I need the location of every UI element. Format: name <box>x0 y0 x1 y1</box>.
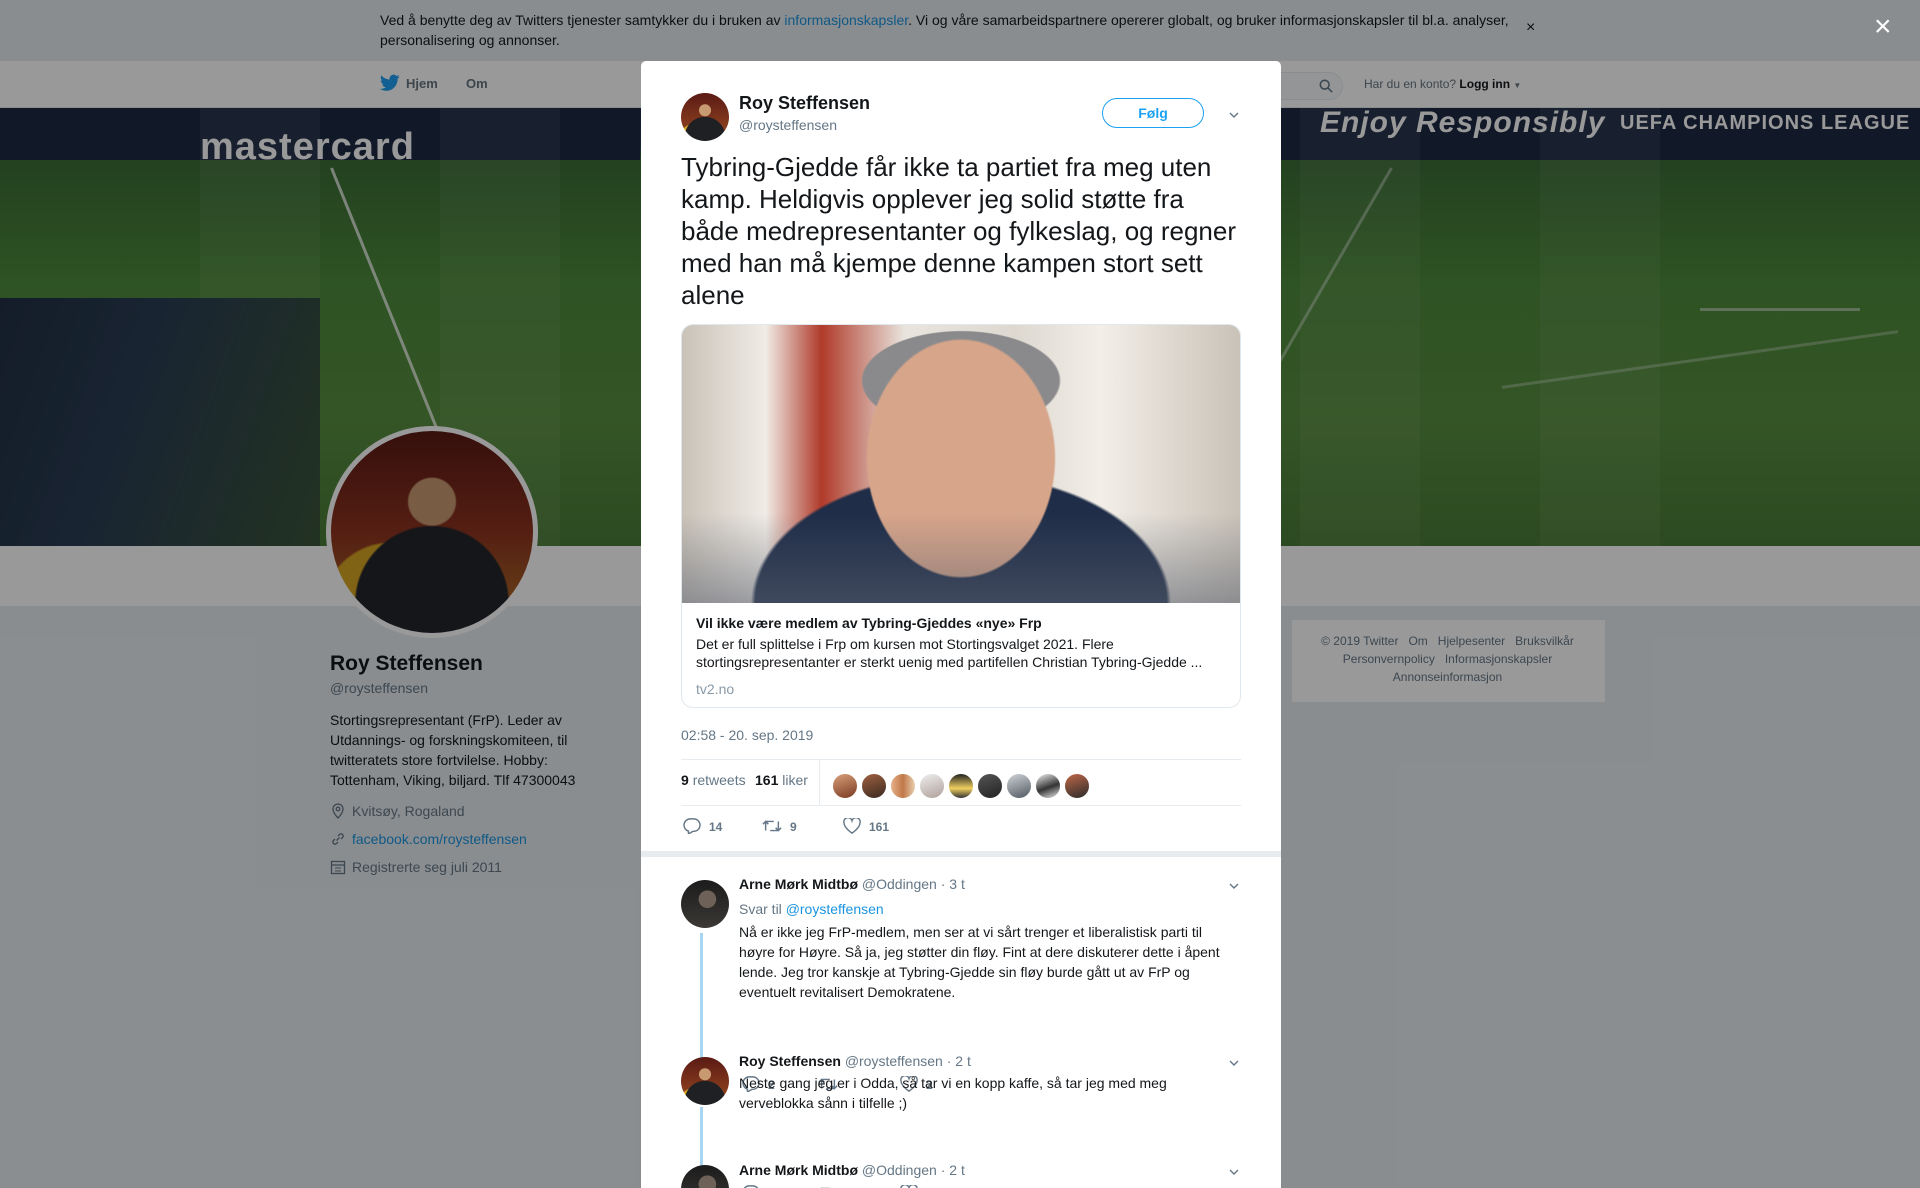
reply-avatar[interactable] <box>681 1057 729 1105</box>
reply-to-line: Svar til @roysteffensen <box>739 901 884 917</box>
chevron-down-icon[interactable] <box>1229 1167 1239 1177</box>
like-action[interactable]: 161 <box>843 816 890 834</box>
section-divider <box>641 851 1281 857</box>
divider <box>819 759 820 805</box>
retweet-action[interactable]: 9 <box>762 818 797 834</box>
card-description: Det er full splittelse i Frp om kursen m… <box>696 636 1203 670</box>
reply-author-name[interactable]: Roy Steffensen <box>739 1053 841 1069</box>
reply-avatar[interactable] <box>681 1165 729 1188</box>
reply-author-name[interactable]: Arne Mørk Midtbø <box>739 1162 858 1178</box>
card-title: Vil ikke være medlem av Tybring-Gjeddes … <box>696 615 1042 631</box>
tweet-modal: Roy Steffensen @roysteffensen Følg Tybri… <box>641 61 1281 1188</box>
liker-avatar[interactable] <box>948 773 974 799</box>
reply-to-link[interactable]: @roysteffensen <box>786 901 884 917</box>
reply-time[interactable]: · 3 t <box>941 876 965 892</box>
reply-header: Arne Mørk Midtbø @Oddingen · 2 t <box>739 1162 965 1178</box>
liker-avatar[interactable] <box>890 773 916 799</box>
reply-text: Nå er ikke jeg FrP-medlem, men ser at vi… <box>739 924 1220 1000</box>
reply-time[interactable]: · 2 t <box>941 1162 965 1178</box>
retweet-count-label: retweets <box>692 772 746 788</box>
liker-avatar[interactable] <box>832 773 858 799</box>
like-action-count: 161 <box>869 820 890 834</box>
chevron-down-icon[interactable] <box>1229 881 1239 891</box>
tweet-author-handle[interactable]: @roysteffensen <box>739 117 837 133</box>
retweet-count-value: 9 <box>681 772 689 788</box>
liker-avatar[interactable] <box>861 773 887 799</box>
like-count-label: liker <box>782 772 808 788</box>
thread-line <box>700 933 703 1073</box>
reply-to-label: Svar til <box>739 901 782 917</box>
link-card[interactable]: Vil ikke være medlem av Tybring-Gjeddes … <box>681 324 1241 708</box>
liker-avatar[interactable] <box>1006 773 1032 799</box>
liker-avatar[interactable] <box>977 773 1003 799</box>
divider <box>681 805 1241 806</box>
reply-time[interactable]: · 2 t <box>947 1053 971 1069</box>
reply-author-handle[interactable]: @Oddingen <box>862 1162 937 1178</box>
tweet-text: Tybring-Gjedde får ikke ta partiet fra m… <box>681 152 1237 310</box>
card-domain: tv2.no <box>696 681 735 697</box>
liker-avatar[interactable] <box>919 773 945 799</box>
reply-header: Roy Steffensen @roysteffensen · 2 t <box>739 1053 971 1069</box>
reply-avatar[interactable] <box>681 880 729 928</box>
reply-header: Arne Mørk Midtbø @Oddingen · 3 t <box>739 876 965 892</box>
tweet-author-name[interactable]: Roy Steffensen <box>739 93 870 114</box>
reply-action[interactable]: 14 <box>683 818 723 836</box>
chevron-down-icon[interactable] <box>1229 1058 1239 1068</box>
tweet-timestamp[interactable]: 02:58 - 20. sep. 2019 <box>681 727 813 743</box>
liker-avatar[interactable] <box>1035 773 1061 799</box>
author-avatar[interactable] <box>681 93 729 141</box>
reply-author-handle[interactable]: @roysteffensen <box>845 1053 943 1069</box>
retweet-icon <box>762 820 782 832</box>
reply-author-name[interactable]: Arne Mørk Midtbø <box>739 876 858 892</box>
reply-count: 14 <box>709 820 723 834</box>
retweet-count[interactable]: 9 retweets <box>681 772 746 788</box>
retweet-action-count: 9 <box>790 820 797 834</box>
liker-avatar[interactable] <box>1064 773 1090 799</box>
like-count-value: 161 <box>755 772 779 788</box>
like-count[interactable]: 161 liker <box>755 772 808 788</box>
reply-icon <box>683 818 701 836</box>
chevron-down-icon[interactable] <box>1229 110 1239 120</box>
heart-icon <box>843 816 861 834</box>
follow-button[interactable]: Følg <box>1102 98 1204 128</box>
reply-author-handle[interactable]: @Oddingen <box>862 876 937 892</box>
reply-text: Neste gang jeg er i Odda, så tar vi en k… <box>739 1075 1167 1111</box>
close-modal-button[interactable]: × <box>1874 12 1892 42</box>
card-image <box>682 325 1240 603</box>
divider <box>681 759 1241 760</box>
